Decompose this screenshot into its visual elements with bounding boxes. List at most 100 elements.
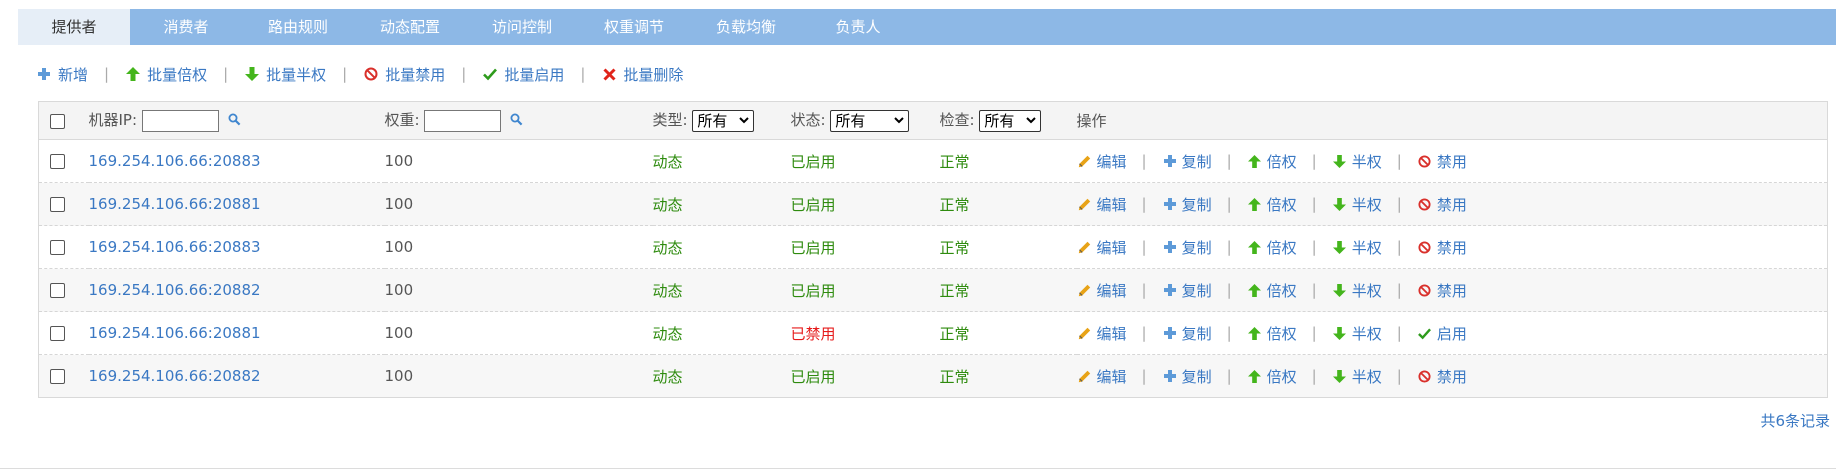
disable-button-label: 禁用: [1436, 195, 1467, 214]
tab-consumers[interactable]: 消费者: [130, 9, 242, 45]
search-icon[interactable]: [228, 112, 241, 130]
ip-link[interactable]: 169.254.106.66:20881: [89, 324, 261, 342]
table-row: 169.254.106.66:20881 100 动态 已禁用 正常 编辑 | 复制 | 倍权 | 半…: [38, 311, 1828, 355]
tab-load-balance[interactable]: 负载均衡: [690, 9, 802, 45]
disable-button[interactable]: 禁用: [1417, 280, 1467, 301]
row-checkbox[interactable]: [50, 197, 65, 212]
arrow-down-icon: [244, 66, 260, 82]
tab-dynamic-config[interactable]: 动态配置: [354, 9, 466, 45]
disable-button[interactable]: 禁用: [1417, 237, 1467, 258]
batch-double-label: 批量倍权: [147, 65, 208, 84]
batch-disable-label: 批量禁用: [385, 65, 446, 84]
double-weight-button-label: 倍权: [1266, 281, 1297, 300]
ops-cell: 编辑 | 复制 | 倍权 | 半权 | 禁用: [1077, 355, 1828, 398]
ban-icon: [1417, 196, 1433, 212]
add-button[interactable]: 新增: [36, 64, 88, 85]
copy-button[interactable]: 复制: [1162, 280, 1212, 301]
double-weight-button[interactable]: 倍权: [1247, 280, 1297, 301]
batch-double-button[interactable]: 批量倍权: [125, 64, 207, 85]
copy-button[interactable]: 复制: [1162, 323, 1212, 344]
edit-button[interactable]: 编辑: [1077, 366, 1127, 387]
status-filter-value: 所有: [835, 112, 866, 131]
half-weight-button-label: 半权: [1351, 281, 1382, 300]
row-checkbox[interactable]: [50, 283, 65, 298]
disable-button[interactable]: 禁用: [1417, 194, 1467, 215]
chevron-down-icon: [739, 117, 750, 124]
edit-button[interactable]: 编辑: [1077, 194, 1127, 215]
row-checkbox[interactable]: [50, 326, 65, 341]
edit-button[interactable]: 编辑: [1077, 151, 1127, 172]
half-weight-button[interactable]: 半权: [1332, 151, 1382, 172]
op-separator: |: [1311, 195, 1317, 213]
tab-providers[interactable]: 提供者: [18, 9, 130, 45]
batch-delete-button[interactable]: 批量删除: [601, 64, 683, 85]
copy-button-label: 复制: [1181, 152, 1212, 171]
op-separator: |: [1311, 152, 1317, 170]
ip-filter-input[interactable]: [141, 109, 219, 132]
arrow-up-icon: [1247, 282, 1263, 298]
op-separator: |: [1396, 195, 1402, 213]
tab-owner[interactable]: 负责人: [802, 9, 914, 45]
status-filter-select[interactable]: 所有: [830, 109, 910, 132]
header-check-cell: 检查: 所有: [939, 101, 1077, 140]
copy-button[interactable]: 复制: [1162, 194, 1212, 215]
type-cell: 动态: [652, 195, 683, 214]
op-separator: |: [1396, 367, 1402, 385]
row-select-cell: [39, 183, 89, 226]
status-cell: 已启用: [790, 195, 836, 214]
half-weight-button[interactable]: 半权: [1332, 237, 1382, 258]
row-checkbox[interactable]: [50, 240, 65, 255]
select-all-checkbox[interactable]: [50, 113, 65, 129]
ops-cell: 编辑 | 复制 | 倍权 | 半权 | 启用: [1077, 312, 1828, 355]
op-separator: |: [1396, 152, 1402, 170]
enable-button[interactable]: 启用: [1417, 323, 1467, 344]
double-weight-button[interactable]: 倍权: [1247, 194, 1297, 215]
half-weight-button[interactable]: 半权: [1332, 280, 1382, 301]
row-checkbox[interactable]: [50, 154, 65, 169]
op-separator: |: [1141, 152, 1147, 170]
table-row: 169.254.106.66:20883 100 动态 已启用 正常 编辑 | 复制 | 倍权 | 半…: [39, 140, 1828, 183]
double-weight-button[interactable]: 倍权: [1247, 366, 1297, 387]
ip-link[interactable]: 169.254.106.66:20883: [89, 238, 261, 256]
ip-link[interactable]: 169.254.106.66:20883: [89, 152, 261, 170]
op-separator: |: [1311, 238, 1317, 256]
edit-button[interactable]: 编辑: [1077, 237, 1127, 258]
disable-button[interactable]: 禁用: [1417, 366, 1467, 387]
row-checkbox[interactable]: [50, 369, 65, 384]
copy-button[interactable]: 复制: [1162, 151, 1212, 172]
tab-bar: 提供者 消费者 路由规则 动态配置 访问控制 权重调节 负载均衡 负责人: [18, 9, 1836, 45]
weight-filter-input[interactable]: [424, 109, 502, 132]
edit-button[interactable]: 编辑: [1077, 323, 1127, 344]
copy-button[interactable]: 复制: [1162, 366, 1212, 387]
toolbar-separator: |: [580, 65, 586, 83]
check-icon: [1417, 325, 1433, 341]
double-weight-button-label: 倍权: [1266, 238, 1297, 257]
ip-link[interactable]: 169.254.106.66:20881: [89, 195, 261, 213]
close-icon: [601, 66, 617, 82]
ban-icon: [1417, 282, 1433, 298]
check-filter-select[interactable]: 所有: [979, 109, 1042, 132]
op-separator: |: [1226, 281, 1232, 299]
ip-link[interactable]: 169.254.106.66:20882: [89, 281, 261, 299]
type-filter-select[interactable]: 所有: [692, 109, 755, 132]
batch-half-button[interactable]: 批量半权: [244, 64, 326, 85]
batch-half-label: 批量半权: [266, 65, 327, 84]
tab-weight-adjust[interactable]: 权重调节: [578, 9, 690, 45]
copy-button[interactable]: 复制: [1162, 237, 1212, 258]
disable-button[interactable]: 禁用: [1417, 151, 1467, 172]
op-separator: |: [1396, 324, 1402, 342]
batch-disable-button[interactable]: 批量禁用: [363, 64, 445, 85]
ip-link[interactable]: 169.254.106.66:20882: [89, 367, 261, 385]
batch-enable-button[interactable]: 批量启用: [482, 64, 564, 85]
half-weight-button[interactable]: 半权: [1332, 323, 1382, 344]
double-weight-button[interactable]: 倍权: [1247, 323, 1297, 344]
double-weight-button[interactable]: 倍权: [1247, 237, 1297, 258]
tab-routes[interactable]: 路由规则: [242, 9, 354, 45]
half-weight-button[interactable]: 半权: [1332, 366, 1382, 387]
double-weight-button[interactable]: 倍权: [1247, 151, 1297, 172]
edit-button[interactable]: 编辑: [1077, 280, 1127, 301]
half-weight-button[interactable]: 半权: [1332, 194, 1382, 215]
check-icon: [482, 66, 498, 82]
tab-access-control[interactable]: 访问控制: [466, 9, 578, 45]
search-icon[interactable]: [510, 112, 523, 130]
